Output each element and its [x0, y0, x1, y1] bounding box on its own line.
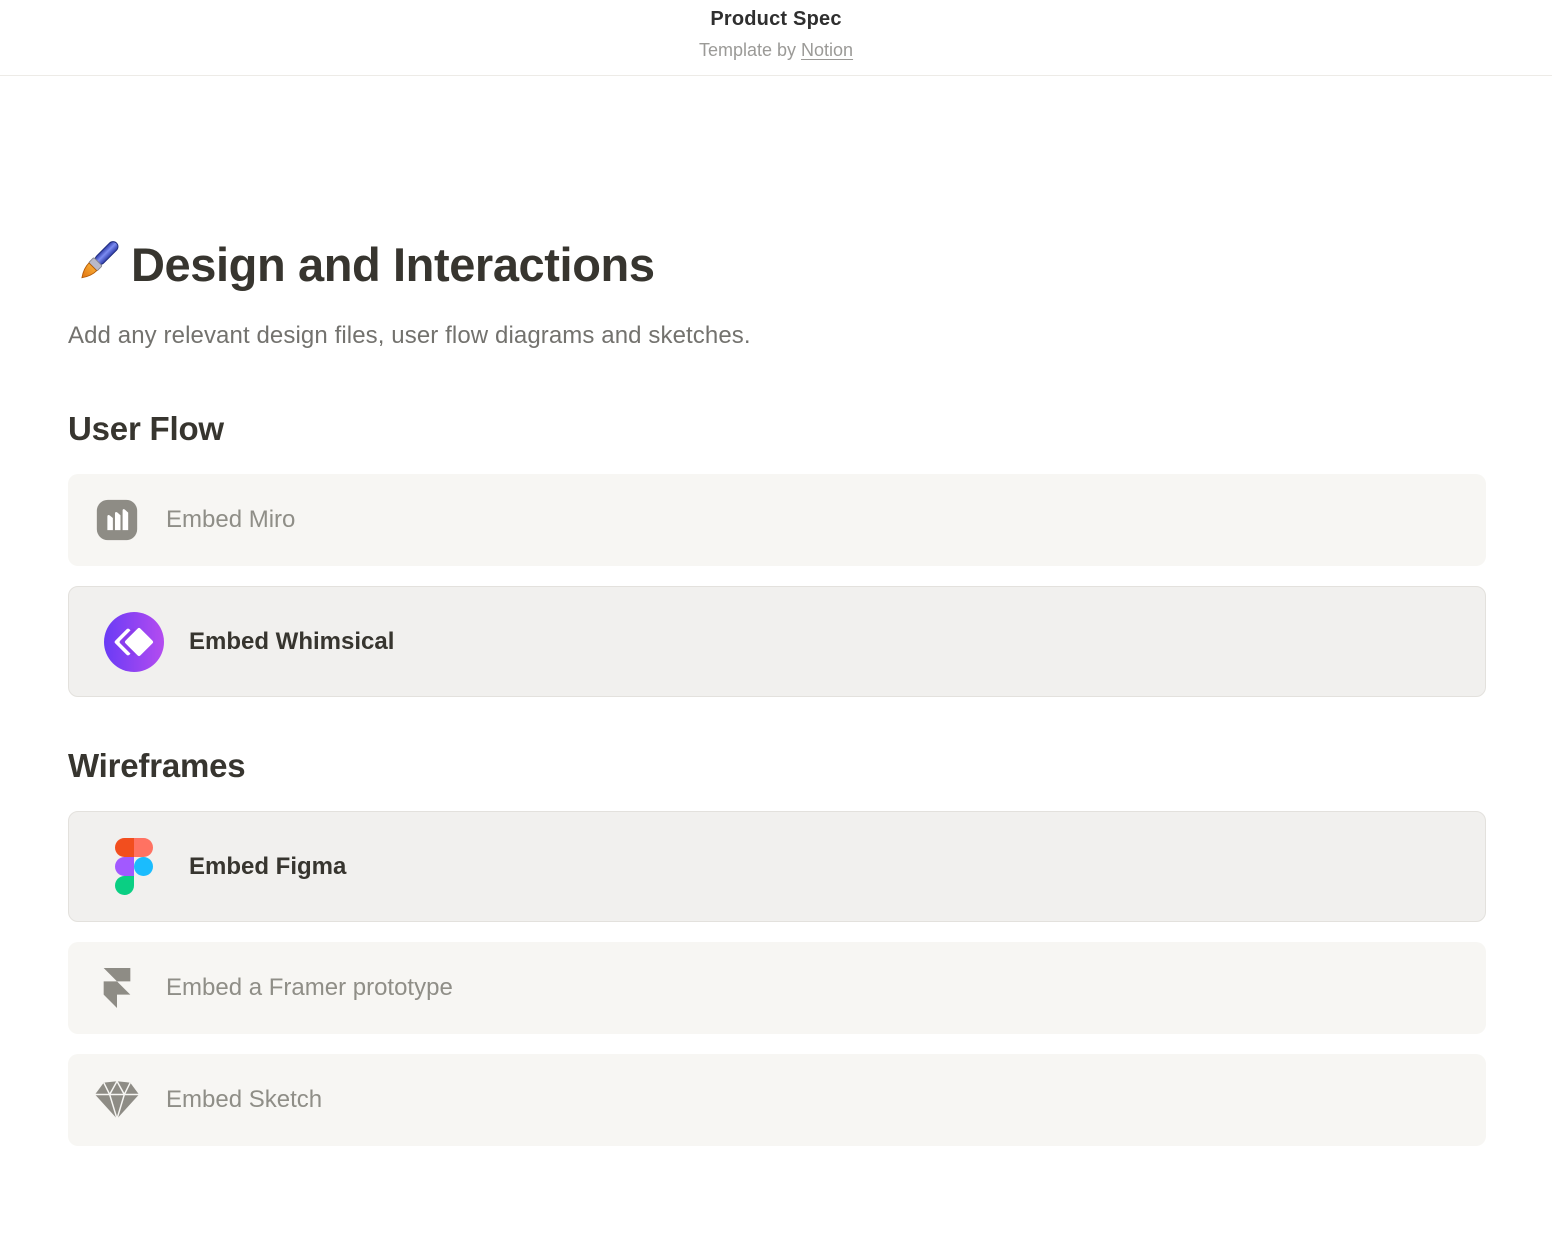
framer-icon — [95, 968, 139, 1008]
page-header: Product Spec Template by Notion — [0, 0, 1552, 76]
page-header-byline: Template by Notion — [0, 40, 1552, 61]
embed-figma-label: Embed Figma — [189, 853, 346, 881]
embed-whimsical-row[interactable]: Embed Whimsical — [68, 586, 1486, 697]
embed-figma-row[interactable]: Embed Figma — [68, 811, 1486, 922]
miro-icon — [95, 498, 139, 542]
page-header-title: Product Spec — [0, 8, 1552, 31]
paintbrush-emoji-icon — [68, 233, 126, 291]
section-user-flow: User Flow Embed Miro — [68, 410, 1484, 697]
user-flow-rows: Embed Miro — [68, 474, 1484, 697]
page-subtitle: Add any relevant design files, user flow… — [68, 322, 1484, 350]
embed-whimsical-label: Embed Whimsical — [189, 628, 394, 656]
figma-icon — [104, 838, 164, 895]
embed-miro-row[interactable]: Embed Miro — [68, 474, 1486, 566]
section-wireframes: Wireframes Embed Figma — [68, 747, 1484, 1146]
page-title-row: Design and Interactions — [68, 236, 1484, 294]
embed-miro-label: Embed Miro — [166, 506, 295, 534]
byline-prefix: Template by — [699, 40, 801, 60]
whimsical-icon — [104, 612, 164, 672]
page-content: Design and Interactions Add any relevant… — [0, 76, 1552, 1146]
page-title: Design and Interactions — [131, 237, 655, 293]
embed-framer-label: Embed a Framer prototype — [166, 974, 453, 1002]
notion-link[interactable]: Notion — [801, 40, 853, 60]
embed-sketch-row[interactable]: Embed Sketch — [68, 1054, 1486, 1146]
section-heading-user-flow: User Flow — [68, 410, 1484, 448]
embed-sketch-label: Embed Sketch — [166, 1086, 322, 1114]
sketch-icon — [95, 1079, 139, 1121]
embed-framer-row[interactable]: Embed a Framer prototype — [68, 942, 1486, 1034]
wireframes-rows: Embed Figma Embed a Framer prototype — [68, 811, 1484, 1146]
section-heading-wireframes: Wireframes — [68, 747, 1484, 785]
